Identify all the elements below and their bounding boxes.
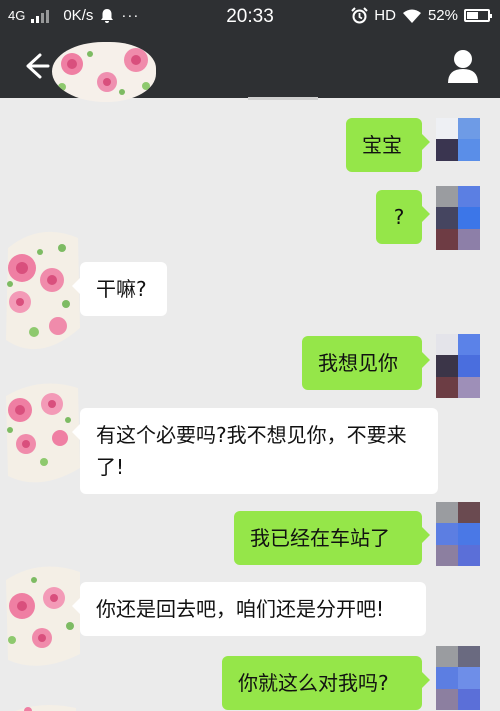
- message-bubble-outgoing[interactable]: 我已经在车站了: [234, 511, 430, 565]
- status-right: HD 52%: [351, 7, 492, 24]
- my-avatar[interactable]: [436, 186, 480, 250]
- battery-icon: [464, 9, 492, 22]
- message-bubble-outgoing[interactable]: 你就这么对我吗?: [222, 656, 430, 710]
- alarm-icon: [351, 7, 369, 24]
- contact-avatar-title[interactable]: [52, 42, 156, 102]
- message-bubble-incoming[interactable]: 有这个必要吗?我不想见你，不要来了!: [72, 408, 438, 494]
- message-text: 干嘛?: [96, 277, 147, 301]
- wifi-icon: [402, 9, 421, 23]
- title-bar: [0, 34, 500, 102]
- contact-avatar[interactable]: [0, 562, 82, 672]
- my-avatar[interactable]: [436, 118, 480, 182]
- contact-avatar[interactable]: [0, 698, 82, 711]
- battery-percent: 52%: [427, 7, 458, 24]
- message-text: 我想见你: [318, 351, 398, 375]
- message-text: 宝宝: [362, 133, 402, 157]
- message-bubble-incoming[interactable]: 你还是回去吧，咱们还是分开吧!: [72, 582, 426, 636]
- my-avatar[interactable]: [436, 502, 480, 566]
- contact-avatar[interactable]: [0, 380, 82, 490]
- message-text: ?: [393, 205, 405, 229]
- contact-avatar[interactable]: [0, 228, 82, 350]
- status-bar: 4G 0K/s ··· 20:33 HD 52%: [0, 0, 500, 34]
- person-icon[interactable]: [446, 48, 480, 84]
- my-avatar[interactable]: [436, 334, 480, 398]
- message-text: 我已经在车站了: [250, 526, 390, 550]
- hd-indicator: HD: [374, 7, 396, 24]
- message-text: 你就这么对我吗?: [238, 671, 389, 695]
- message-bubble-incoming[interactable]: 干嘛?: [72, 262, 167, 316]
- chat-area: 宝宝 ? 干嘛? 我想见你 有这个必要吗?我不想见你，不要来了! 我已经在车站了…: [0, 98, 500, 711]
- message-bubble-outgoing[interactable]: ?: [376, 190, 430, 244]
- message-text: 有这个必要吗?我不想见你，不要来了!: [96, 423, 407, 479]
- message-text: 你还是回去吧，咱们还是分开吧!: [96, 597, 385, 621]
- back-arrow-icon[interactable]: [18, 48, 54, 84]
- message-bubble-outgoing[interactable]: 宝宝: [346, 118, 430, 172]
- message-bubble-outgoing[interactable]: 我想见你: [302, 336, 430, 390]
- my-avatar[interactable]: [436, 646, 480, 710]
